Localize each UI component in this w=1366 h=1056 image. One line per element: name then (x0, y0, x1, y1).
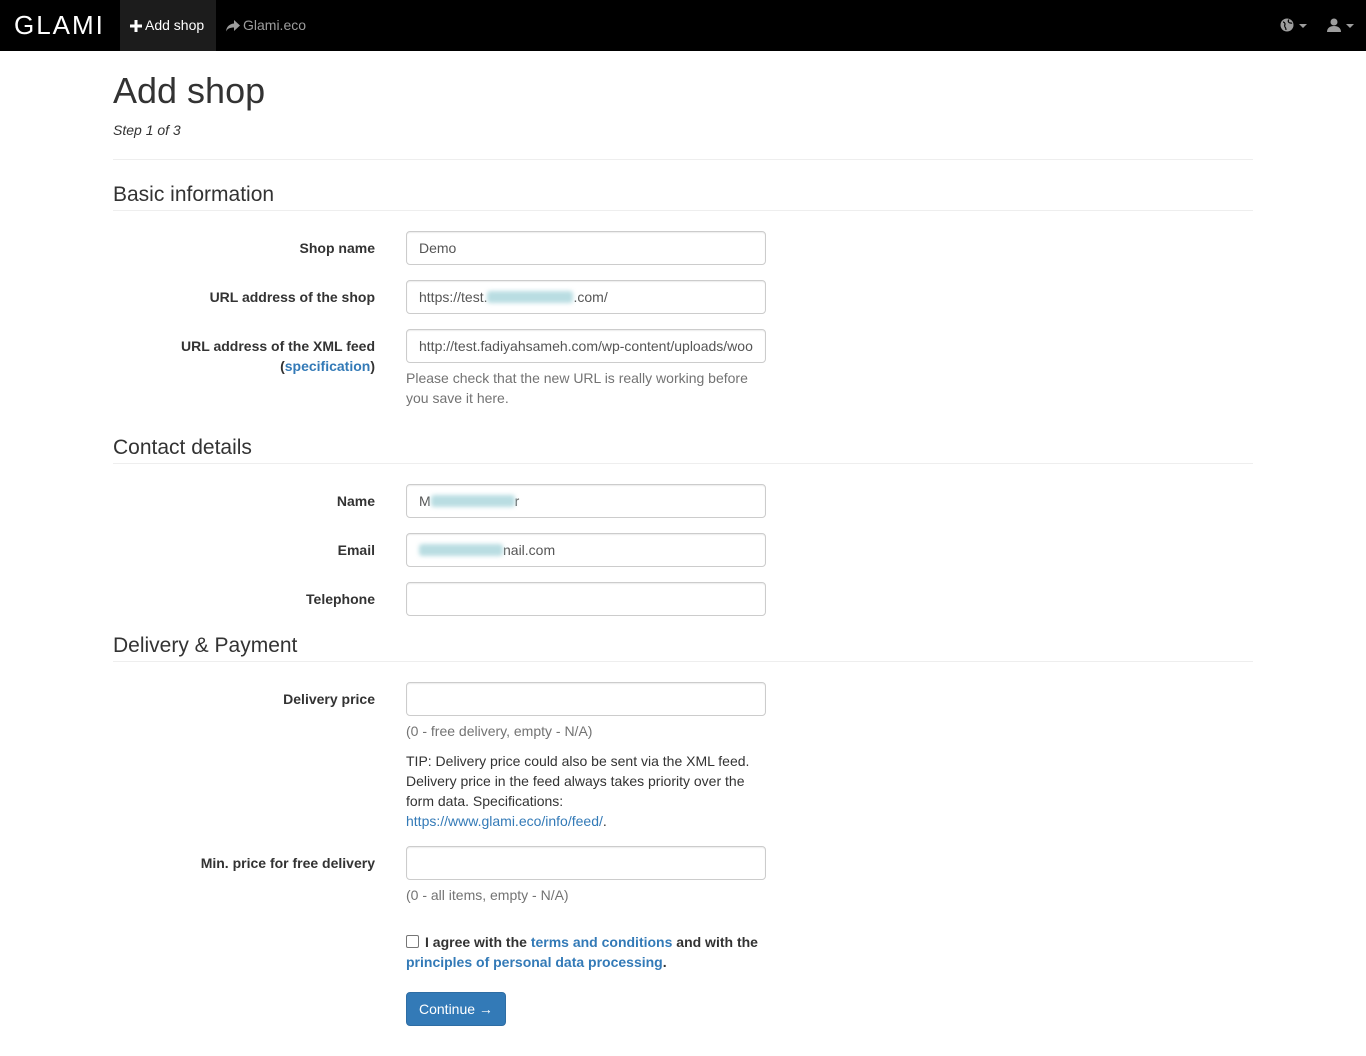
delivery-tip-end: . (602, 813, 607, 829)
chevron-down-icon (1346, 24, 1354, 29)
specification-link[interactable]: specification (285, 358, 371, 374)
redacted-text (430, 495, 515, 507)
name-prefix: M (419, 493, 431, 509)
divider (113, 159, 1253, 160)
divider (113, 661, 1253, 662)
shop-name-input[interactable] (406, 231, 766, 265)
agree-text-1: I agree with the (425, 934, 527, 950)
email-suffix: nail.com (503, 542, 556, 558)
xml-feed-label: URL address of the XML feed (specificati… (113, 336, 375, 376)
shop-url-input[interactable]: https://test. .com/ (406, 280, 766, 314)
section-contact-details: Contact details (113, 436, 252, 459)
divider (113, 210, 1253, 211)
section-delivery-payment: Delivery & Payment (113, 634, 298, 657)
nav-glami-eco-label: Glami.eco (243, 17, 307, 33)
xml-feed-input[interactable] (406, 329, 766, 363)
nav-add-shop-label: Add shop (145, 17, 205, 33)
delivery-tip: TIP: Delivery price could also be sent v… (406, 751, 766, 831)
spec-close-paren: ) (370, 358, 375, 374)
delivery-price-help: (0 - free delivery, empty - N/A) (406, 723, 593, 739)
share-arrow-icon (226, 20, 240, 32)
min-price-input[interactable] (406, 846, 766, 880)
user-dropdown[interactable] (1327, 0, 1354, 51)
user-icon (1327, 18, 1341, 32)
nav-add-shop[interactable]: Add shop (120, 0, 216, 51)
privacy-link[interactable]: principles of personal data processing (406, 954, 663, 970)
delivery-price-label: Delivery price (283, 691, 375, 707)
section-basic-information: Basic information (113, 183, 275, 206)
agree-text-3: . (662, 954, 667, 970)
delivery-tip-text: TIP: Delivery price could also be sent v… (406, 753, 750, 809)
terms-link[interactable]: terms and conditions (531, 934, 673, 950)
name-suffix: r (514, 493, 520, 509)
nav-glami-eco[interactable]: Glami.eco (216, 0, 320, 51)
plus-icon (130, 20, 142, 32)
email-input[interactable]: nail.com (406, 533, 766, 567)
telephone-label: Telephone (306, 591, 375, 607)
glami-logo[interactable]: GLAMI (14, 8, 105, 42)
redacted-text (419, 544, 503, 556)
xml-feed-help: Please check that the new URL is really … (406, 370, 748, 406)
name-label: Name (336, 493, 375, 509)
xml-feed-label-text: URL address of the XML feed (181, 338, 375, 354)
agree-row: I agree with the terms and conditions an… (406, 932, 786, 972)
shop-url-label: URL address of the shop (209, 289, 375, 305)
page-title: Add shop (113, 70, 266, 111)
agree-checkbox[interactable] (406, 935, 419, 948)
min-price-help: (0 - all items, empty - N/A) (406, 887, 569, 903)
chevron-down-icon (1299, 24, 1307, 29)
email-label: Email (337, 542, 375, 558)
globe-icon (1280, 18, 1294, 32)
redacted-text (487, 291, 574, 303)
shop-url-prefix: https://test. (419, 289, 488, 305)
continue-button[interactable]: Continue → (406, 992, 506, 1026)
language-dropdown[interactable] (1280, 0, 1307, 51)
feed-info-link[interactable]: https://www.glami.eco/info/feed/ (406, 813, 603, 829)
delivery-price-input[interactable] (406, 682, 766, 716)
min-price-label: Min. price for free delivery (200, 855, 375, 871)
step-indicator: Step 1 of 3 (113, 122, 181, 138)
top-navbar: GLAMI Add shop Glami.eco (0, 0, 1366, 51)
agree-text-2: and with the (676, 934, 758, 950)
shop-name-label: Shop name (299, 240, 375, 256)
shop-url-suffix: .com/ (573, 289, 608, 305)
name-input[interactable]: Mr (406, 484, 766, 518)
divider (113, 463, 1253, 464)
telephone-input[interactable] (406, 582, 766, 616)
